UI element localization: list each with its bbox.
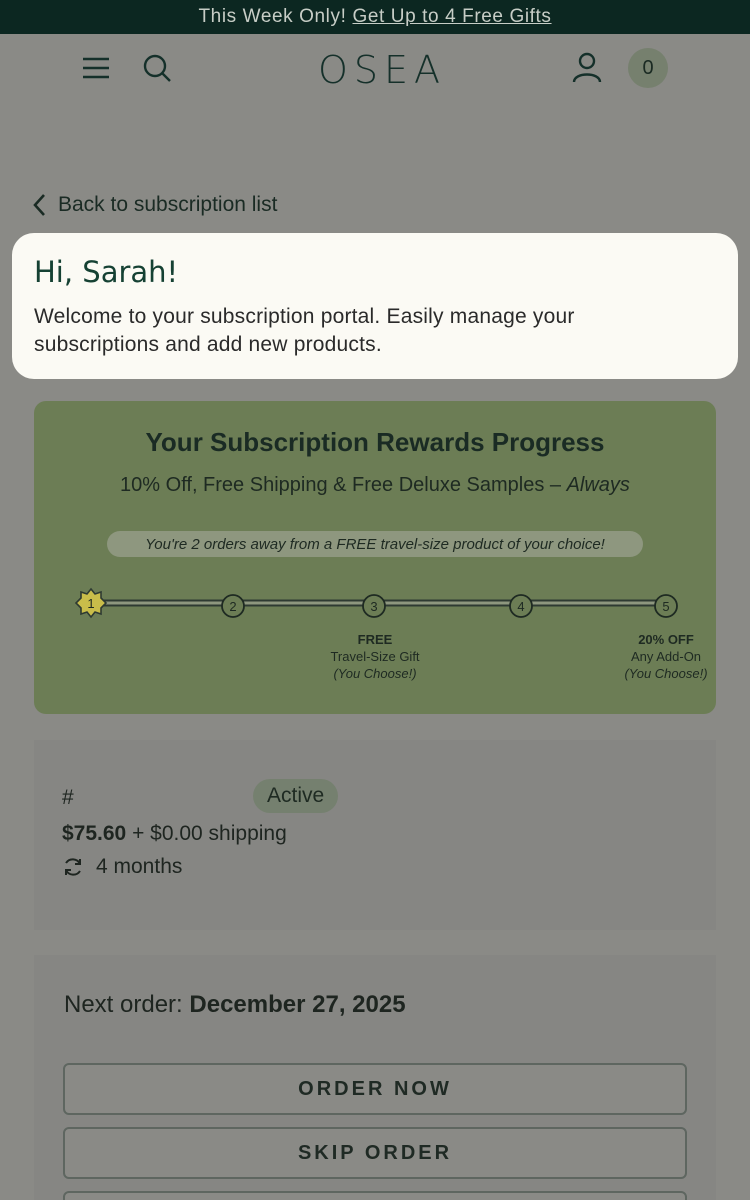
chevron-left-icon — [33, 194, 45, 216]
progress-step-2-label: 2 — [229, 599, 236, 614]
subscription-frequency: 4 months — [62, 855, 182, 879]
brand-logo[interactable]: OSEA — [318, 46, 440, 94]
progress-step-1-label: 1 — [87, 596, 94, 611]
step-3-reward-title: FREE — [357, 632, 393, 647]
skip-order-button[interactable]: SKIP ORDER — [63, 1127, 687, 1179]
step-3-reward-note: (You Choose!) — [333, 666, 417, 681]
progress-step-3: 3 — [362, 594, 386, 618]
promo-text: This Week Only! — [198, 6, 347, 27]
step-5-reward-note: (You Choose!) — [624, 666, 708, 681]
back-to-subscriptions-link[interactable]: Back to subscription list — [32, 190, 277, 220]
next-order-date: December 27, 2025 — [189, 991, 406, 1018]
search-icon[interactable] — [138, 48, 178, 88]
step-3-reward: FREE Travel-Size Gift (You Choose!) — [315, 631, 435, 682]
shipping-amount: + $0.00 shipping — [132, 822, 287, 845]
rewards-progress-card: Your Subscription Rewards Progress 10% O… — [34, 401, 716, 714]
menu-icon[interactable] — [76, 48, 116, 88]
progress-step-3-label: 3 — [370, 599, 377, 614]
additional-action-button[interactable] — [63, 1191, 687, 1200]
step-5-reward: 20% OFF Any Add-On (You Choose!) — [606, 631, 726, 682]
order-now-button[interactable]: ORDER NOW — [63, 1063, 687, 1115]
welcome-message-line1: Welcome to your subscription portal. Eas… — [34, 305, 575, 328]
promo-banner: This Week Only! Get Up to 4 Free Gifts — [0, 0, 750, 34]
welcome-message: Welcome to your subscription portal. Eas… — [34, 303, 716, 359]
subscription-number: # — [62, 786, 74, 809]
step-3-reward-desc: Travel-Size Gift — [330, 649, 420, 664]
next-order-label: Next order: — [64, 991, 183, 1018]
refresh-icon — [65, 858, 81, 876]
welcome-message-line2: subscriptions and add new products. — [34, 333, 382, 356]
progress-step-2: 2 — [221, 594, 245, 618]
welcome-card: Hi, Sarah! Welcome to your subscription … — [12, 233, 738, 379]
progress-step-5-label: 5 — [662, 599, 669, 614]
step-5-reward-desc: Any Add-On — [630, 649, 702, 664]
cart-count-badge[interactable]: 0 — [628, 48, 668, 88]
progress-step-5: 5 — [654, 594, 678, 618]
subscription-card[interactable]: # Active $75.60 + $0.00 shipping 4 month… — [34, 740, 716, 930]
progress-step-4-label: 4 — [517, 599, 524, 614]
account-icon[interactable] — [567, 48, 607, 88]
site-header: OSEA 0 — [0, 34, 750, 102]
price-amount: $75.60 — [62, 822, 127, 845]
subscription-price: $75.60 + $0.00 shipping — [62, 822, 287, 846]
next-order-heading: Next order: December 27, 2025 — [64, 991, 406, 1019]
next-order-card: Next order: December 27, 2025 ORDER NOW … — [34, 955, 716, 1200]
progress-step-4: 4 — [509, 594, 533, 618]
greeting-heading: Hi, Sarah! — [34, 255, 179, 289]
status-badge: Active — [253, 779, 339, 813]
promo-link[interactable]: Get Up to 4 Free Gifts — [352, 6, 551, 28]
back-link-label: Back to subscription list — [58, 193, 278, 216]
progress-step-1: 1 — [74, 587, 108, 619]
frequency-label: 4 months — [96, 855, 183, 878]
step-5-reward-title: 20% OFF — [638, 632, 694, 647]
